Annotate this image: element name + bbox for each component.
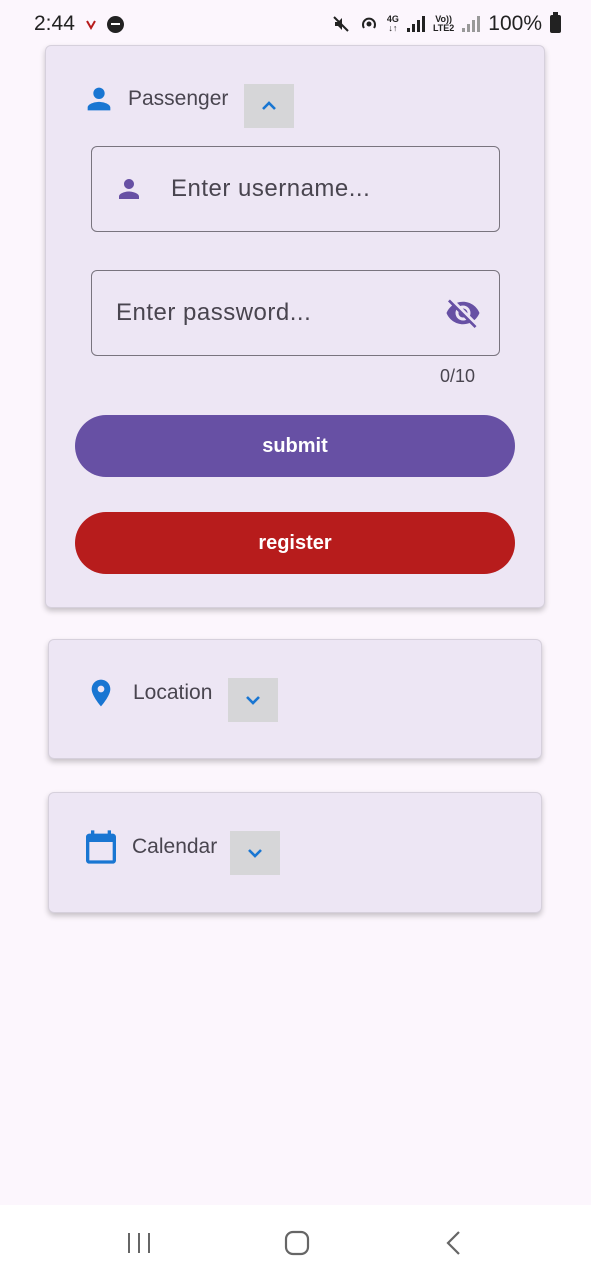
notification-icon — [86, 20, 96, 30]
passenger-card: Passenger 0/10 submit register — [45, 45, 545, 608]
4g-indicator: 4G ↓↑ — [386, 14, 399, 33]
calendar-card: Calendar — [48, 792, 542, 913]
person-icon — [119, 179, 139, 199]
calendar-header: Calendar — [81, 825, 217, 869]
signal-icon-2 — [462, 16, 481, 32]
person-icon — [87, 87, 111, 111]
register-button[interactable]: register — [75, 512, 515, 574]
username-input[interactable] — [171, 175, 499, 203]
location-card: Location — [48, 639, 542, 759]
volte-indicator: Vo)) LTE2 — [432, 14, 455, 33]
submit-button[interactable]: submit — [75, 415, 515, 477]
calendar-icon — [86, 830, 116, 864]
password-counter: 0/10 — [439, 366, 475, 386]
system-nav-bar — [0, 1205, 591, 1280]
location-expand-button[interactable] — [228, 678, 278, 722]
calendar-title: Calendar — [132, 835, 218, 858]
passenger-collapse-button[interactable] — [244, 84, 294, 128]
status-time: 2:44 — [34, 12, 75, 35]
hotspot-icon — [361, 17, 376, 29]
mute-icon — [333, 16, 349, 32]
chevron-down-icon — [248, 849, 262, 858]
status-right: 4G ↓↑ Vo)) LTE2 100% — [331, 12, 561, 36]
chevron-up-icon — [262, 101, 276, 110]
status-bar: 2:44 4G ↓↑ Vo)) LTE2 100% — [0, 0, 591, 48]
back-icon[interactable] — [442, 1229, 466, 1257]
username-field[interactable] — [91, 146, 500, 232]
passenger-header: Passenger — [82, 82, 228, 116]
passenger-title: Passenger — [128, 87, 229, 110]
location-pin-icon — [91, 679, 111, 707]
visibility-off-icon[interactable] — [445, 295, 481, 331]
status-left: 2:44 — [34, 12, 124, 36]
password-field[interactable] — [91, 270, 500, 356]
location-title: Location — [133, 681, 213, 704]
location-header: Location — [85, 672, 212, 714]
recent-apps-icon[interactable] — [125, 1230, 153, 1256]
battery-percent: 100% — [488, 12, 542, 35]
chevron-down-icon — [246, 696, 260, 705]
signal-icon — [406, 16, 425, 32]
password-input[interactable] — [116, 299, 445, 327]
home-icon[interactable] — [283, 1229, 311, 1257]
calendar-expand-button[interactable] — [230, 831, 280, 875]
battery-icon — [550, 12, 561, 33]
do-not-disturb-icon — [106, 15, 124, 33]
